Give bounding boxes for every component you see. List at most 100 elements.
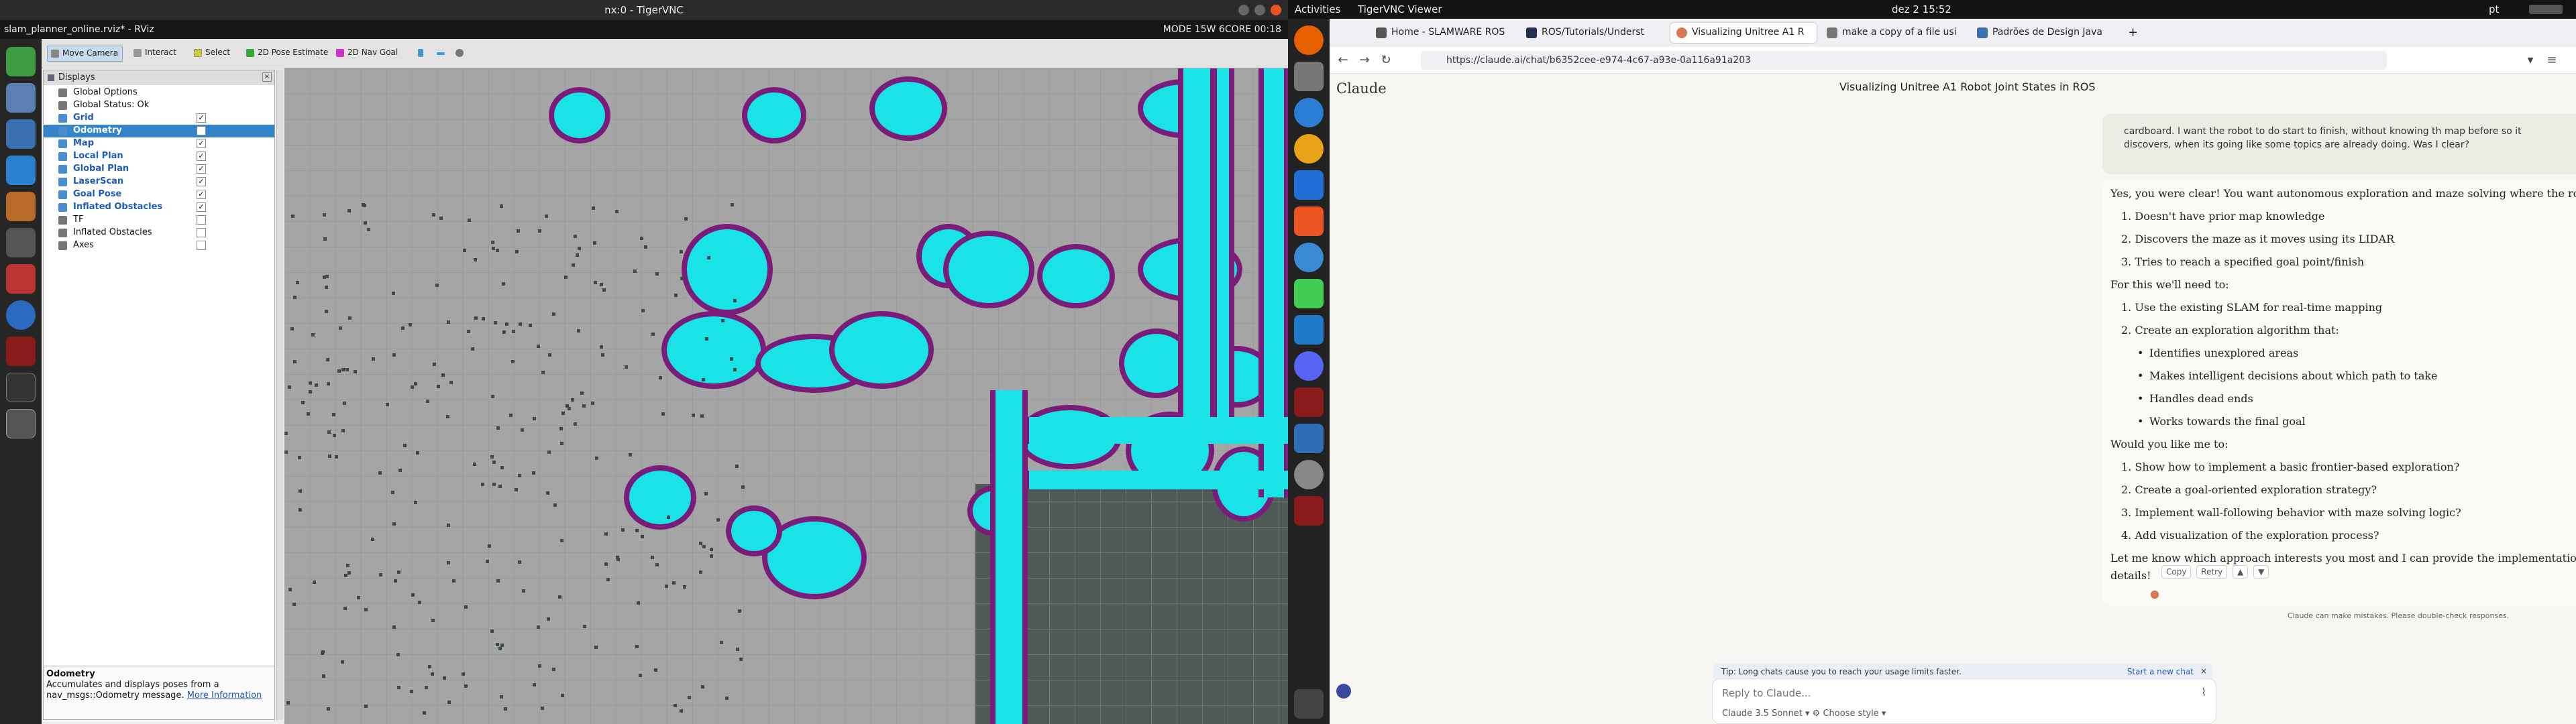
files-icon[interactable] [1294, 62, 1324, 91]
copy-button[interactable]: Copy [2161, 565, 2192, 579]
presentation-icon[interactable] [6, 192, 36, 221]
display-item[interactable]: Grid ✓ [44, 112, 274, 125]
panel-close-icon[interactable]: × [262, 72, 272, 82]
style-selector[interactable]: Choose style [1823, 709, 1878, 719]
tab-0[interactable]: Home - SLAMWARE ROS [1370, 23, 1516, 43]
clock[interactable]: dez 2 15:52 [1892, 3, 1951, 15]
tool-move-camera[interactable]: Move Camera [47, 46, 123, 62]
rhythmbox-icon[interactable] [1294, 134, 1324, 164]
new-tab-button[interactable]: + [2121, 23, 2144, 43]
reply-input[interactable] [1722, 686, 2178, 701]
files-icon[interactable] [6, 83, 36, 113]
help-icon[interactable] [1294, 243, 1324, 272]
retry-button[interactable]: Retry [2196, 565, 2228, 579]
display-item[interactable]: Global Plan ✓ [44, 163, 274, 176]
reload-icon[interactable]: ↻ [1378, 52, 1394, 68]
terminal-icon[interactable] [6, 373, 36, 402]
claude-logo[interactable]: Claude [1336, 80, 1387, 97]
vscode-icon[interactable] [1294, 315, 1324, 345]
discord-icon[interactable] [1294, 351, 1324, 381]
browser-icon[interactable] [6, 300, 36, 330]
display-item[interactable]: Global Status: Ok [44, 99, 274, 112]
software-icon[interactable] [6, 228, 36, 257]
tool-options[interactable] [452, 46, 466, 62]
display-checkbox[interactable]: ✓ [197, 202, 206, 212]
display-item[interactable]: LaserScan ✓ [44, 176, 274, 188]
tab-overview-button[interactable] [1338, 23, 1364, 43]
tool-remove[interactable] [433, 46, 447, 62]
maximize-icon[interactable] [1254, 5, 1265, 15]
conversation-title[interactable]: Visualizing Unitree A1 Robot Joint State… [1839, 80, 2095, 93]
tab-3[interactable]: make a copy of a file usi [1821, 23, 1967, 43]
thumbs-down-icon[interactable]: ▼ [2253, 565, 2269, 579]
display-item[interactable]: Inflated Obstacles ✓ [44, 201, 274, 214]
launcher-icon[interactable] [6, 47, 36, 76]
display-item[interactable]: Local Plan ✓ [44, 150, 274, 163]
show-apps-icon[interactable] [1294, 689, 1324, 719]
thunderbird-icon[interactable] [1294, 98, 1324, 127]
vnc-window-titlebar[interactable]: nx:0 - TigerVNC [0, 0, 1288, 20]
display-checkbox[interactable]: ✓ [197, 113, 206, 123]
app-center-icon[interactable] [1294, 206, 1324, 236]
tool-2d-nav-goal[interactable]: 2D Nav Goal [333, 46, 402, 62]
rviz-icon[interactable] [6, 409, 36, 438]
display-item[interactable]: Odometry ✓ [44, 125, 274, 137]
thumbs-up-icon[interactable]: ▲ [2233, 565, 2249, 579]
display-checkbox[interactable]: ✓ [197, 177, 206, 186]
display-item[interactable]: Inflated Obstacles [44, 227, 274, 239]
url-input[interactable] [1421, 51, 2387, 70]
tigervnc-icon[interactable] [1294, 496, 1324, 526]
tool-2d-pose-estimate[interactable]: 2D Pose Estimate [243, 46, 332, 62]
firefox-icon[interactable] [1294, 25, 1324, 55]
display-checkbox[interactable]: ✓ [197, 126, 206, 135]
tool-select[interactable]: Select [191, 46, 234, 62]
display-checkbox[interactable] [197, 215, 206, 225]
rviz-3d-view[interactable] [284, 68, 1288, 724]
close-icon[interactable] [1271, 5, 1281, 15]
display-item[interactable]: Axes [44, 239, 274, 252]
app-icon[interactable] [6, 337, 36, 366]
menu-icon[interactable]: ≡ [2544, 52, 2560, 68]
pocket-icon[interactable]: ▾ [2522, 52, 2538, 68]
back-icon[interactable]: ← [1335, 52, 1351, 68]
spreadsheet-icon[interactable] [6, 156, 36, 185]
tab-1[interactable]: ROS/Tutorials/Underst [1520, 23, 1666, 43]
display-item[interactable]: Global Options [44, 86, 274, 99]
app-icon[interactable] [1294, 387, 1324, 417]
screenshot-icon[interactable] [1294, 424, 1324, 453]
minimize-icon[interactable] [1238, 5, 1249, 15]
writer-icon[interactable] [1294, 170, 1324, 200]
display-checkbox[interactable] [197, 241, 206, 250]
tab-4[interactable]: Padrões de Design Java [1971, 23, 2117, 43]
display-checkbox[interactable]: ✓ [197, 164, 206, 174]
tool-interact[interactable]: Interact [130, 46, 180, 62]
start-new-chat-link[interactable]: Start a new chat [2127, 667, 2194, 676]
forward-icon[interactable]: → [1356, 52, 1373, 68]
user-avatar[interactable] [1336, 684, 1351, 699]
display-checkbox[interactable]: ✓ [197, 139, 206, 148]
settings-icon[interactable] [6, 264, 36, 294]
qt-creator-icon[interactable] [1294, 279, 1324, 308]
tip-close-icon[interactable]: × [2200, 666, 2207, 676]
panel-splitter[interactable] [276, 70, 283, 720]
system-menu-icon[interactable] [2529, 5, 2563, 14]
display-item[interactable]: TF [44, 214, 274, 227]
display-item[interactable]: Goal Pose ✓ [44, 188, 274, 201]
display-checkbox[interactable]: ✓ [197, 190, 206, 199]
settings-icon[interactable] [1294, 460, 1324, 489]
tab-2[interactable]: Visualizing Unitree A1 R [1670, 23, 1817, 43]
activities-button[interactable]: Activities [1295, 3, 1340, 15]
language-indicator[interactable]: pt [2489, 3, 2499, 15]
attach-icon[interactable]: ⌇ [2201, 686, 2206, 699]
model-selector[interactable]: Claude 3.5 Sonnet ▾ ⚙ Choose style ▾ [1722, 709, 1886, 719]
laser-point [566, 404, 569, 408]
display-item[interactable]: Map ✓ [44, 137, 274, 150]
display-checkbox[interactable] [197, 228, 206, 237]
tool-add[interactable] [415, 46, 428, 62]
document-icon[interactable] [6, 119, 36, 149]
display-checkbox[interactable]: ✓ [197, 152, 206, 161]
occupancy-map[interactable] [284, 68, 1288, 724]
more-information-link[interactable]: More Information [187, 690, 262, 701]
laser-point [286, 701, 290, 705]
app-menu[interactable]: TigerVNC Viewer [1358, 3, 1442, 15]
